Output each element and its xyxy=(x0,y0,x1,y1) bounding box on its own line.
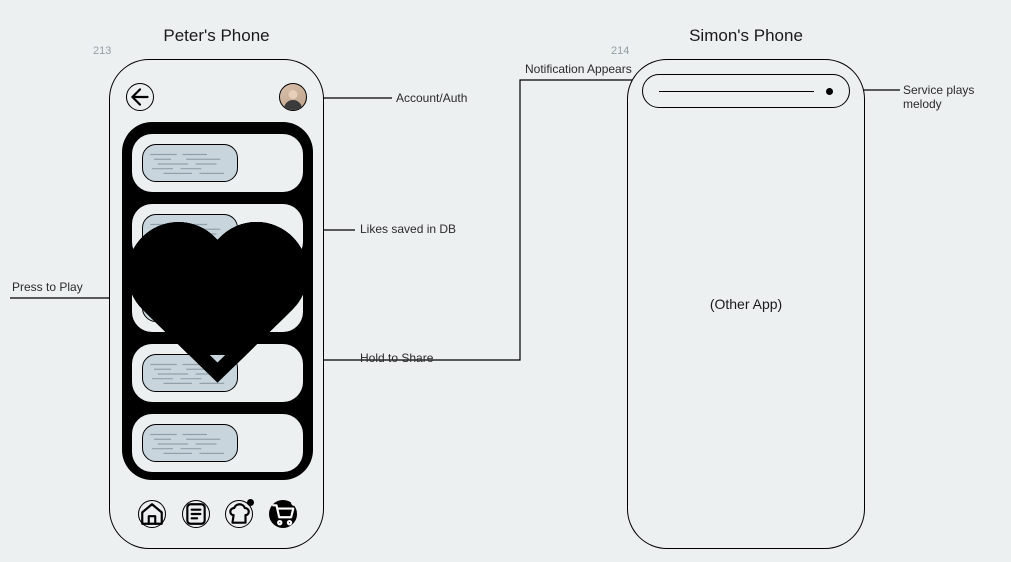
simon-body-placeholder: (Other App) xyxy=(628,60,864,548)
melody-card[interactable] xyxy=(132,134,303,192)
melody-card[interactable] xyxy=(132,204,303,262)
waveform[interactable] xyxy=(142,214,238,252)
simon-phone: (Other App) xyxy=(627,59,865,549)
tab-cart[interactable] xyxy=(269,500,297,528)
avatar[interactable] xyxy=(279,83,307,111)
peter-title: Peter's Phone xyxy=(159,26,274,46)
annot-account: Account/Auth xyxy=(396,91,467,105)
annot-play: Press to Play xyxy=(12,280,83,294)
like-button[interactable] xyxy=(275,224,293,242)
like-button[interactable] xyxy=(275,294,293,312)
feed xyxy=(122,122,313,480)
arrow-left-icon xyxy=(127,84,153,110)
tab-home[interactable] xyxy=(138,500,166,528)
tab-chef[interactable] xyxy=(225,500,253,528)
annot-share: Hold to Share xyxy=(360,351,433,365)
tab-list[interactable] xyxy=(182,500,210,528)
like-button[interactable] xyxy=(275,364,293,382)
annot-melody: Service plays melody xyxy=(903,83,1011,111)
badge-dot-icon xyxy=(247,499,254,506)
like-button[interactable] xyxy=(275,154,293,172)
annot-likes: Likes saved in DB xyxy=(360,222,456,236)
simon-frame-label: 214 xyxy=(611,45,629,57)
melody-card[interactable] xyxy=(132,274,303,332)
melody-card[interactable] xyxy=(132,344,303,402)
badge-dot-icon xyxy=(291,499,298,506)
peter-frame-label: 213 xyxy=(93,45,111,57)
peter-phone xyxy=(109,59,324,549)
waveform[interactable] xyxy=(142,424,238,462)
waveform[interactable] xyxy=(142,144,238,182)
back-button[interactable] xyxy=(126,83,154,111)
simon-title: Simon's Phone xyxy=(687,26,805,46)
annot-notify: Notification Appears xyxy=(525,62,632,76)
like-button[interactable] xyxy=(275,434,293,452)
waveform[interactable] xyxy=(142,284,238,322)
tab-bar xyxy=(122,492,313,536)
waveform[interactable] xyxy=(142,354,238,392)
melody-card[interactable] xyxy=(132,414,303,472)
